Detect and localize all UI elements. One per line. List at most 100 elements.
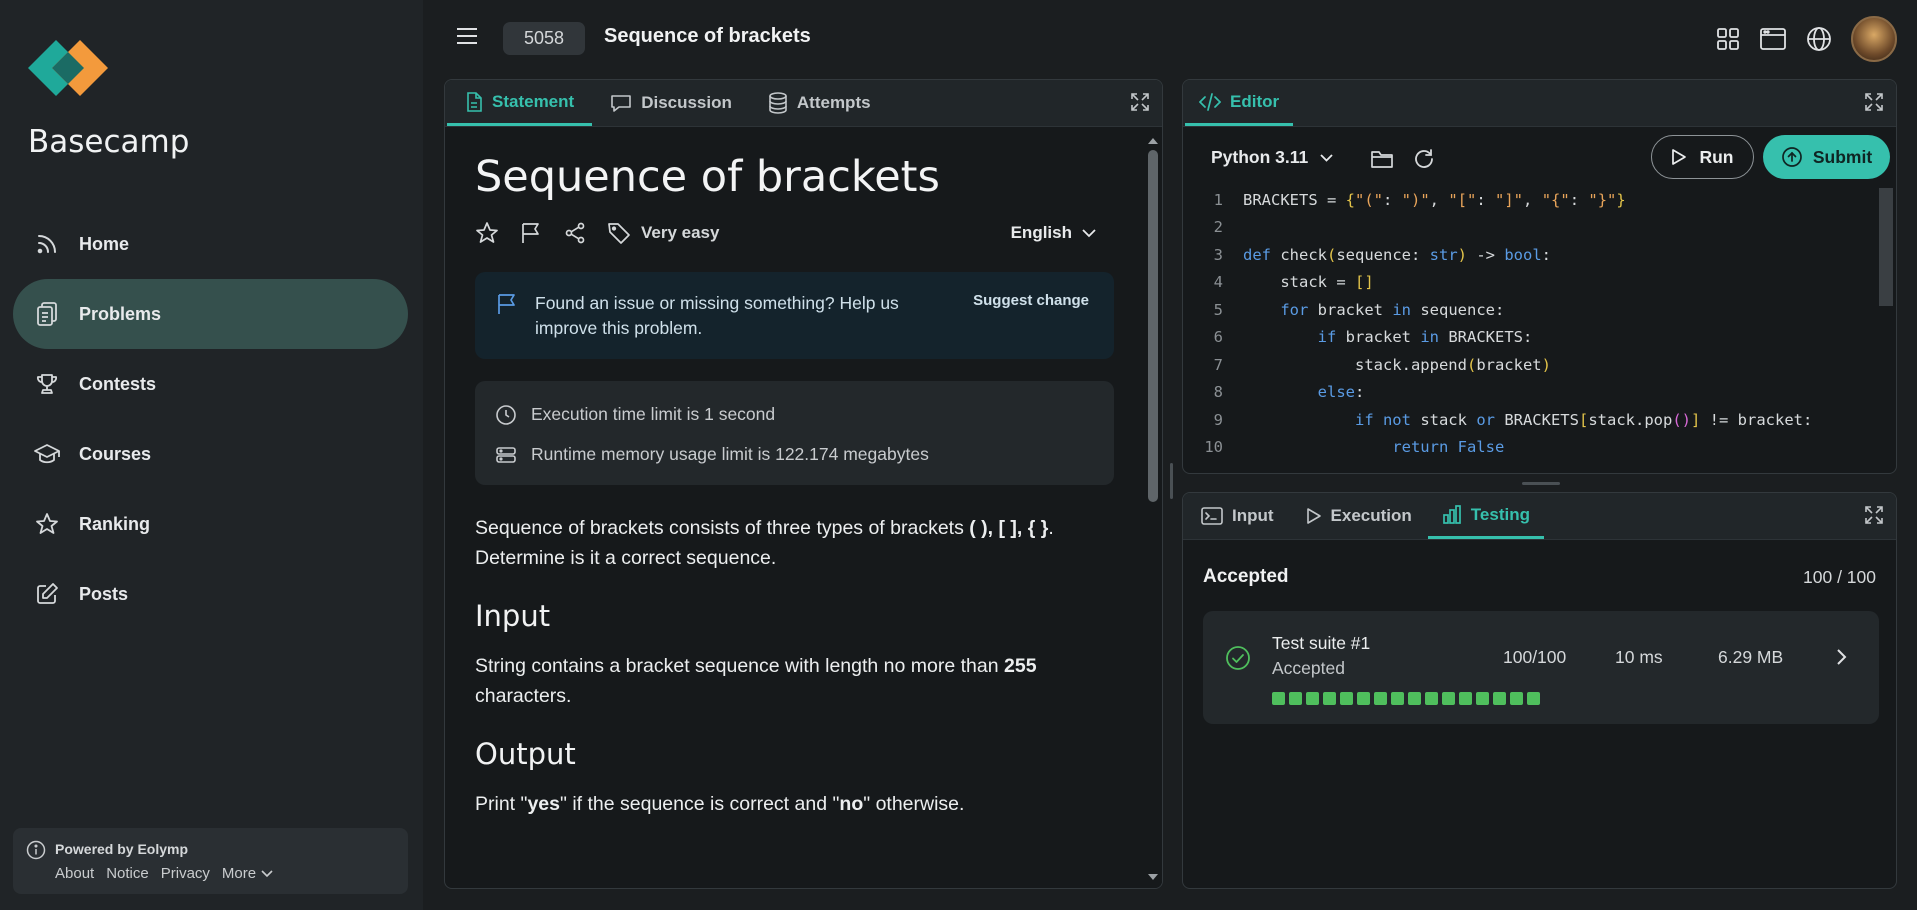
flag-icon[interactable] (519, 221, 543, 245)
tab-attempts[interactable]: Attempts (750, 80, 889, 126)
horizontal-splitter[interactable] (1522, 482, 1560, 485)
test-pass-marker[interactable] (1442, 692, 1455, 705)
tab-label: Execution (1330, 506, 1412, 525)
test-pass-marker[interactable] (1323, 692, 1336, 705)
menu-icon[interactable] (455, 24, 479, 48)
vertical-splitter[interactable] (1170, 463, 1173, 499)
expand-icon[interactable] (1864, 505, 1884, 525)
run-button[interactable]: Run (1651, 135, 1754, 179)
globe-icon[interactable] (1805, 25, 1833, 53)
sidebar-item-ranking[interactable]: Ranking (13, 489, 408, 559)
test-results-strip (1272, 692, 1540, 705)
upload-circle-icon (1781, 146, 1803, 168)
tag-icon[interactable] (607, 221, 631, 245)
test-pass-marker[interactable] (1391, 692, 1404, 705)
test-pass-marker[interactable] (1493, 692, 1506, 705)
language-selector[interactable]: Python 3.11 (1211, 147, 1333, 168)
expand-icon[interactable] (1130, 92, 1150, 112)
suite-status: Accepted (1272, 658, 1345, 678)
privacy-link[interactable]: Privacy (161, 865, 210, 882)
language-label: English (1010, 223, 1072, 242)
window-icon[interactable] (1759, 26, 1787, 52)
problem-meta: Very easy English (475, 220, 1114, 246)
memory-limit: Runtime memory usage limit is 122.174 me… (495, 439, 1094, 470)
time-limit: Execution time limit is 1 second (495, 399, 1094, 430)
database-icon (768, 92, 788, 114)
share-icon[interactable] (563, 221, 587, 245)
test-pass-marker[interactable] (1425, 692, 1438, 705)
expand-icon[interactable] (1864, 92, 1884, 112)
basecamp-logo[interactable] (28, 40, 108, 96)
tab-statement[interactable]: Statement (447, 80, 593, 126)
test-pass-marker[interactable] (1510, 692, 1523, 705)
powered-by-box: Powered by Eolymp About Notice Privacy M… (13, 828, 408, 894)
star-icon[interactable] (475, 221, 499, 245)
code-line: 10 return False (1183, 434, 1878, 462)
more-menu[interactable]: More (222, 865, 273, 882)
language-select[interactable]: English (1011, 223, 1096, 243)
bracket-types: ( ), [ ], { } (969, 517, 1049, 539)
avatar[interactable] (1851, 16, 1897, 62)
description-text: Sequence of brackets consists of three t… (475, 517, 970, 539)
statement-body: Sequence of brackets Very easy English F… (445, 128, 1144, 888)
test-pass-marker[interactable] (1306, 692, 1319, 705)
chevron-right-icon[interactable] (1835, 648, 1847, 666)
problem-description: Sequence of brackets consists of three t… (475, 513, 1114, 573)
sidebar-item-contests[interactable]: Contests (13, 349, 408, 419)
tab-editor[interactable]: Editor (1185, 80, 1294, 126)
folder-icon[interactable] (1370, 148, 1394, 170)
statement-tabs: Statement Discussion Attempts (445, 80, 1162, 127)
tab-input[interactable]: Input (1185, 493, 1290, 539)
statement-scrollbar[interactable] (1144, 128, 1162, 888)
sidebar-item-posts[interactable]: Posts (13, 559, 408, 629)
problem-id-badge: 5058 (503, 22, 585, 55)
apps-grid-icon[interactable] (1715, 26, 1741, 52)
difficulty-label: Very easy (641, 223, 720, 242)
tab-testing[interactable]: Testing (1427, 493, 1544, 539)
max-length: 255 (1004, 655, 1037, 677)
test-pass-marker[interactable] (1459, 692, 1472, 705)
code-line: 2 (1183, 214, 1878, 242)
submit-button[interactable]: Submit (1763, 135, 1890, 179)
test-pass-marker[interactable] (1357, 692, 1370, 705)
output-description: Print "yes" if the sequence is correct a… (475, 789, 1114, 819)
line-number: 5 (1213, 300, 1223, 319)
chat-icon (610, 93, 632, 113)
language-value: Python 3.11 (1211, 147, 1309, 167)
test-pass-marker[interactable] (1527, 692, 1540, 705)
output-heading: Output (475, 737, 576, 771)
test-suite-row[interactable]: Test suite #1 Accepted 100/100 10 ms 6.2… (1203, 611, 1879, 724)
tab-label: Discussion (641, 93, 732, 112)
about-link[interactable]: About (55, 865, 94, 882)
run-label: Run (1699, 146, 1734, 167)
sidebar-item-home[interactable]: Home (13, 209, 408, 279)
tab-label: Statement (492, 91, 575, 111)
editor-scrollbar[interactable] (1878, 186, 1896, 473)
test-pass-marker[interactable] (1374, 692, 1387, 705)
suggest-change-button[interactable]: Suggest change (973, 292, 1089, 309)
refresh-icon[interactable] (1413, 148, 1435, 170)
sidebar-item-problems[interactable]: Problems (13, 279, 408, 349)
code-editor[interactable]: 1 BRACKETS = {"(": ")", "[": "]", "{": "}… (1183, 186, 1878, 473)
clipboard-icon (33, 300, 61, 328)
document-icon (465, 91, 483, 112)
scroll-thumb[interactable] (1148, 150, 1158, 502)
results-panel: Input Execution Testing Accepted 100 / 1… (1182, 492, 1897, 889)
chevron-down-icon (261, 869, 273, 878)
tab-execution[interactable]: Execution (1290, 493, 1428, 539)
scroll-thumb[interactable] (1879, 188, 1893, 306)
test-pass-marker[interactable] (1408, 692, 1421, 705)
test-pass-marker[interactable] (1289, 692, 1302, 705)
tab-label: Editor (1230, 91, 1280, 111)
play-icon (1306, 507, 1322, 525)
line-number: 1 (1213, 190, 1223, 209)
test-pass-marker[interactable] (1340, 692, 1353, 705)
test-pass-marker[interactable] (1272, 692, 1285, 705)
test-pass-marker[interactable] (1476, 692, 1489, 705)
notice-link[interactable]: Notice (106, 865, 149, 882)
terminal-icon (1201, 506, 1223, 526)
tab-discussion[interactable]: Discussion (592, 80, 750, 126)
sidebar-item-courses[interactable]: Courses (13, 419, 408, 489)
time-limit-text: Execution time limit is 1 second (531, 404, 776, 424)
page-title: Sequence of brackets (604, 25, 811, 47)
